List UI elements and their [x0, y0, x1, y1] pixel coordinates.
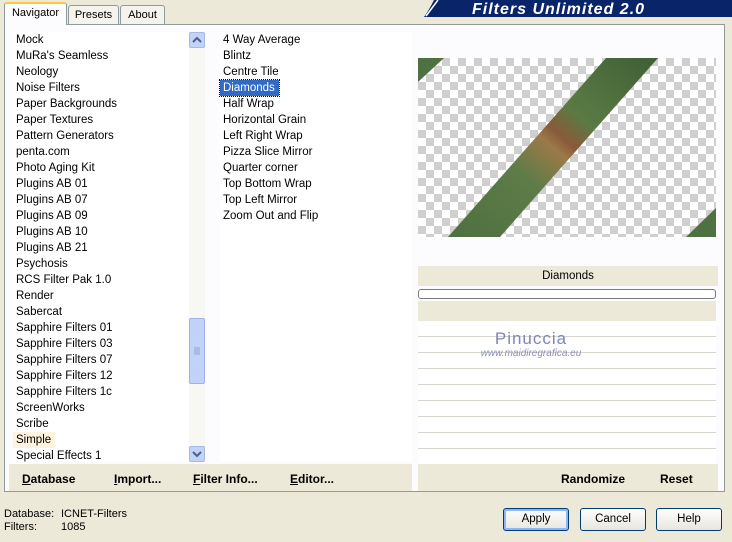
category-item[interactable]: RCS Filter Pak 1.0	[13, 272, 189, 288]
scroll-down-button[interactable]	[189, 446, 205, 462]
filter-item[interactable]: Top Bottom Wrap	[220, 176, 412, 192]
filter-item[interactable]: Left Right Wrap	[220, 128, 412, 144]
diamonds-stripe-preview	[418, 58, 716, 237]
filter-item[interactable]: Half Wrap	[220, 96, 412, 112]
database-accel: D	[22, 472, 31, 486]
status-database-label: Database:	[4, 508, 55, 520]
control-row[interactable]	[418, 449, 716, 465]
banner-title: Filters Unlimited 2.0	[472, 1, 645, 17]
category-item[interactable]: Pattern Generators	[13, 128, 189, 144]
category-item[interactable]: Neology	[13, 64, 189, 80]
control-row[interactable]	[418, 433, 716, 449]
filter-item[interactable]: Horizontal Grain	[220, 112, 412, 128]
scroll-thumb[interactable]	[189, 318, 205, 384]
category-item[interactable]: Plugins AB 01	[13, 176, 189, 192]
tab-navigator[interactable]: Navigator	[4, 2, 67, 25]
filter-info-label-rest: ilter Info...	[200, 472, 258, 486]
filter-item[interactable]: Top Left Mirror	[220, 192, 412, 208]
category-item[interactable]: MuRa's Seamless	[13, 48, 189, 64]
control-row[interactable]	[418, 401, 716, 417]
scroll-up-button[interactable]	[189, 32, 205, 48]
category-item[interactable]: Sapphire Filters 01	[13, 320, 189, 336]
category-item[interactable]: Plugins AB 07	[13, 192, 189, 208]
status-filters-label: Filters:	[4, 521, 37, 533]
status-filters-value: 1085	[61, 521, 86, 533]
editor-accel: E	[290, 472, 299, 486]
category-item[interactable]: Sapphire Filters 12	[13, 368, 189, 384]
database-label-rest: atabase	[30, 472, 76, 486]
category-item[interactable]: Paper Backgrounds	[13, 96, 189, 112]
filter-info-button[interactable]: Filter Info...	[193, 472, 258, 486]
category-item[interactable]: penta.com	[13, 144, 189, 160]
editor-button[interactable]: Editor...	[290, 472, 334, 486]
category-item[interactable]: Sapphire Filters 07	[13, 352, 189, 368]
category-item[interactable]: Sabercat	[13, 304, 189, 320]
watermark-url: www.maidiregrafica.eu	[480, 348, 582, 359]
category-item[interactable]: Plugins AB 21	[13, 240, 189, 256]
category-item[interactable]: Paper Textures	[13, 112, 189, 128]
grip-icon	[194, 347, 200, 355]
category-item[interactable]: Special Effects 1	[13, 448, 189, 462]
reset-button[interactable]: Reset	[660, 472, 693, 486]
control-row[interactable]	[418, 369, 716, 385]
tab-presets[interactable]: Presets	[68, 5, 119, 24]
category-item[interactable]: ScreenWorks	[13, 400, 189, 416]
filters-unlimited-banner: Filters Unlimited 2.0	[424, 0, 732, 17]
category-item[interactable]: Simple	[13, 432, 56, 448]
chevron-down-icon	[192, 451, 202, 458]
filter-item[interactable]: 4 Way Average	[220, 32, 412, 48]
control-row[interactable]	[418, 417, 716, 433]
control-spacer	[418, 301, 716, 321]
category-item[interactable]: Render	[13, 288, 189, 304]
category-item[interactable]: Mock	[13, 32, 189, 48]
filter-item[interactable]: Pizza Slice Mirror	[220, 144, 412, 160]
status-database-value: ICNET-Filters	[61, 508, 127, 520]
category-item[interactable]: Sapphire Filters 1c	[13, 384, 189, 400]
database-button[interactable]: Database	[22, 472, 75, 486]
category-item[interactable]: Noise Filters	[13, 80, 189, 96]
category-scrollbar[interactable]	[189, 32, 205, 462]
apply-button[interactable]: Apply	[503, 508, 569, 531]
category-item[interactable]: Photo Aging Kit	[13, 160, 189, 176]
filter-list[interactable]: 4 Way Average Blintz Centre Tile Diamonds Ha…	[219, 32, 412, 462]
randomize-button[interactable]: Randomize	[561, 472, 625, 486]
watermark: Pinuccia www.maidiregrafica.eu	[466, 330, 596, 360]
filter-item[interactable]: Centre Tile	[220, 64, 412, 80]
category-item[interactable]: Psychosis	[13, 256, 189, 272]
filter-item[interactable]: Diamonds	[219, 79, 280, 97]
category-item[interactable]: Plugins AB 09	[13, 208, 189, 224]
filter-item[interactable]: Quarter corner	[220, 160, 412, 176]
import-button[interactable]: Import...	[114, 472, 161, 486]
category-item[interactable]: Scribe	[13, 416, 189, 432]
import-label-rest: mport...	[117, 472, 162, 486]
category-item[interactable]: Sapphire Filters 03	[13, 336, 189, 352]
filter-item[interactable]: Blintz	[220, 48, 412, 64]
editor-label-rest: ditor...	[298, 472, 335, 486]
control-slider-track[interactable]	[418, 289, 716, 299]
category-item[interactable]: Plugins AB 10	[13, 224, 189, 240]
filter-item[interactable]: Zoom Out and Flip	[220, 208, 412, 224]
control-row[interactable]	[418, 385, 716, 401]
preview-image	[418, 58, 716, 237]
tab-about[interactable]: About	[120, 5, 165, 24]
watermark-name: Pinuccia	[494, 329, 568, 348]
category-list[interactable]: Mock MuRa's Seamless Neology Noise Filters P…	[13, 32, 189, 462]
cancel-button[interactable]: Cancel	[580, 508, 646, 531]
help-button[interactable]: Help	[656, 508, 722, 531]
filter-name-label: Diamonds	[418, 266, 718, 286]
chevron-up-icon	[192, 36, 202, 43]
